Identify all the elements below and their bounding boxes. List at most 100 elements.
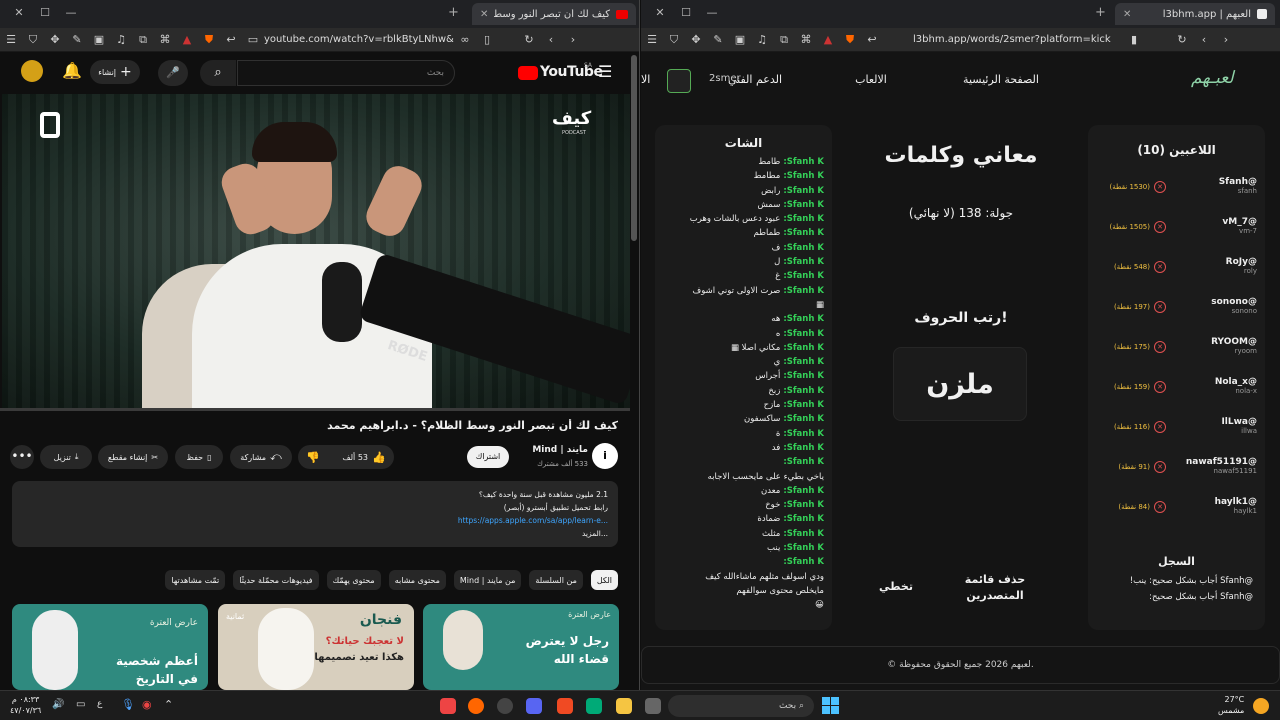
skip-button[interactable]: تخطي [871,580,921,593]
weather-widget[interactable]: 27°C مشمس [1218,694,1244,716]
microphone-icon[interactable]: 🎙 [121,698,135,711]
clear-leaderboard-button[interactable]: حذف قائمة المتصدرين [961,572,1029,604]
chat-username[interactable]: Sfanh: [783,412,814,426]
new-tab-icon[interactable]: + [1095,5,1106,20]
hamburger-icon[interactable]: ☰ [598,62,612,81]
extension-icon[interactable]: ✥ [685,33,707,46]
tab-l3bhm[interactable]: العبهم | l3bhm.app ✕ [1115,3,1275,25]
chat-username[interactable]: Sfanh: [783,355,814,369]
network-icon[interactable]: ▭ [76,699,85,710]
reload-icon[interactable]: ↻ [1171,33,1193,46]
minimize-icon[interactable]: — [699,6,725,19]
youtube-logo-icon[interactable] [518,66,538,80]
link-icon[interactable]: ∞ [454,33,476,46]
chat-username[interactable]: Sfanh: [783,169,814,183]
brave-shield-icon[interactable]: ⛊ [198,33,220,47]
maximize-icon[interactable]: ☐ [673,6,699,19]
channel-name[interactable]: مايند | Mind [500,445,588,455]
bookmark-icon[interactable]: ▯ [476,33,498,46]
discord-icon[interactable] [526,698,542,714]
notifications-icon[interactable]: 🔔 [62,61,82,80]
obs-icon[interactable] [497,698,513,714]
taskbar-search[interactable]: ⌕ بحث [668,695,814,717]
scrollbar[interactable] [631,55,637,241]
dislike-icon[interactable]: 👎 [306,451,320,464]
close-window-icon[interactable]: ✕ [6,6,32,19]
forward-icon[interactable]: › [1215,33,1237,46]
nav-home[interactable]: الصفحة الرئيسية [941,73,1061,86]
chat-username[interactable]: Sfanh: [783,327,814,341]
more-options-icon[interactable]: ••• [10,445,34,469]
save-button[interactable]: ▯ حفظ [175,445,223,469]
avatar[interactable] [21,60,43,82]
chat-username[interactable]: Sfanh: [783,455,814,469]
chat-username[interactable]: Sfanh: [783,198,814,212]
app-icon[interactable] [468,698,484,714]
maximize-icon[interactable]: ☐ [32,6,58,19]
task-view-icon[interactable] [645,698,661,714]
chat-username[interactable]: Sfanh: [783,369,814,383]
aurora-icon[interactable]: ▲ [176,33,198,46]
pin-icon[interactable]: ✎ [707,33,729,46]
new-tab-icon[interactable]: + [448,5,459,20]
aurora-icon[interactable]: ▲ [817,33,839,46]
chat-username[interactable]: Sfanh: [783,398,814,412]
reload-icon[interactable]: ↻ [518,33,540,46]
nav-overflow[interactable]: الا [641,73,650,86]
shield-icon[interactable]: ⛉ [22,33,44,47]
chat-username[interactable]: Sfanh: [783,441,814,455]
thumbnail-card[interactable]: فنجان لا تعجبك حياتك؟ هكذا تعيد تصميمها … [218,604,414,690]
chat-username[interactable]: Sfanh: [783,226,814,240]
extension-icon[interactable]: ✥ [44,33,66,46]
chat-username[interactable]: Sfanh: [783,384,814,398]
remove-player-icon[interactable]: ✕ [1154,381,1166,393]
nav-username[interactable]: 2smer [709,73,741,84]
share-button[interactable]: ⤺ مشاركة [230,445,292,469]
file-explorer-icon[interactable] [616,698,632,714]
chip-all[interactable]: الكل [590,570,618,590]
start-icon[interactable] [822,697,839,714]
chip-recent[interactable]: فيديوهات محمّلة حديثًا [233,570,319,590]
site-logo[interactable]: لعبـهم [1191,68,1234,88]
progress-track[interactable] [0,408,630,411]
chat-username[interactable]: Sfanh: [783,312,814,326]
chip-interest[interactable]: محتوى يهمّك [326,570,381,590]
subscribe-button[interactable]: اشتراك [467,446,509,468]
back-icon[interactable]: ‹ [540,33,562,46]
menu-icon[interactable]: ☰ [641,33,663,46]
tab-close-icon[interactable]: ✕ [480,9,488,20]
remove-player-icon[interactable]: ✕ [1154,181,1166,193]
minimize-icon[interactable]: — [58,6,84,19]
description-link[interactable]: https://apps.apple.com/sa/app/learn-e... [22,514,608,527]
chat-username[interactable]: Sfanh: [783,255,814,269]
remove-player-icon[interactable]: ✕ [1154,421,1166,433]
chip-similar[interactable]: محتوى مشابه [388,570,446,590]
chip-watched[interactable]: تمّت مشاهدتها [165,570,226,590]
chat-username[interactable]: Sfanh: [783,555,814,569]
voice-search-icon[interactable]: 🎤 [158,60,188,86]
thumbnail-card[interactable]: عارض العترة أعظم شخصية في التاريخ [12,604,208,690]
brave-icon[interactable] [557,698,573,714]
music-icon[interactable]: ♫ [751,33,773,46]
pin-icon[interactable]: ✎ [66,33,88,46]
chat-username[interactable]: Sfanh: [783,541,814,555]
sidebar-icon[interactable]: ▣ [88,33,110,46]
user-avatar[interactable] [667,69,691,93]
chat-username[interactable]: Sfanh: [783,498,814,512]
chat-username[interactable]: Sfanh: [783,269,814,283]
forward-icon[interactable]: › [562,33,584,46]
chat-username[interactable]: Sfanh: [783,184,814,198]
site-info-icon[interactable]: ▭ [242,33,264,46]
recording-icon[interactable]: ◉ [142,698,152,711]
language-indicator[interactable]: ع [97,699,102,709]
sidebar-icon[interactable]: ▣ [729,33,751,46]
clip-button[interactable]: ✂ إنشاء مقطع [98,445,168,469]
menu-icon[interactable]: ☰ [0,33,22,46]
volume-icon[interactable]: 🔊 [52,699,64,710]
chat-username[interactable]: Sfanh: [783,341,814,355]
music-icon[interactable]: ♫ [110,33,132,46]
chat-username[interactable]: Sfanh: [783,527,814,541]
remove-player-icon[interactable]: ✕ [1154,261,1166,273]
show-more[interactable]: ...المزيد [22,527,608,540]
remove-player-icon[interactable]: ✕ [1154,461,1166,473]
